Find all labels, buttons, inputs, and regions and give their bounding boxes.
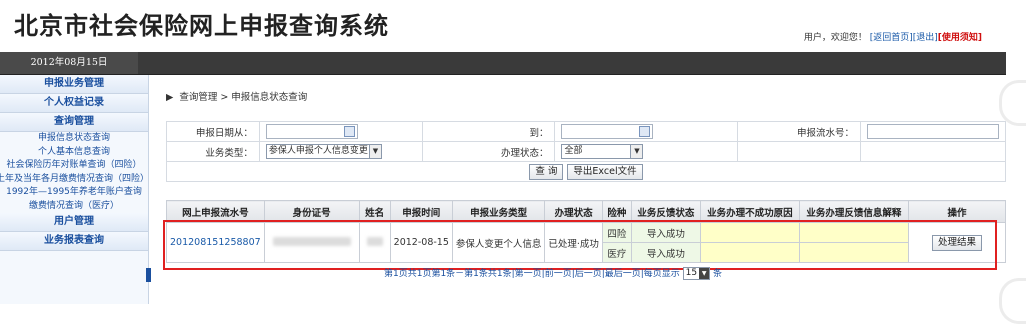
- date-to-input[interactable]: [561, 124, 654, 139]
- sidebar-item-statement-query[interactable]: 社会保险历年对账单查询（四险）: [0, 159, 148, 173]
- main-content: ▶ 查询管理 > 申报信息状态查询 申报日期从： 到： 申报流水号： 业务类型： …: [152, 75, 1007, 304]
- button-row: 查 询导出Excel文件: [166, 161, 1006, 182]
- current-date: 2012年08月15日: [0, 52, 138, 74]
- biz-type-select[interactable]: 参保人申报个人信息变更 ▼: [265, 144, 382, 159]
- pagination: 第1页共1页第1条－第1条共1条|第一页|前一页|后一页|最后一页|每页显示 1…: [384, 266, 722, 280]
- serial-label: 申报流水号：: [737, 121, 861, 142]
- export-excel-button[interactable]: 导出Excel文件: [567, 163, 643, 180]
- date-to-label: 到：: [421, 121, 556, 142]
- usage-notice-link[interactable]: [使用须知]: [938, 33, 982, 43]
- date-from-input[interactable]: [265, 124, 358, 139]
- welcome-text: 用户，欢迎您！: [803, 33, 867, 43]
- sidebar-section-rights[interactable]: 个人权益记录: [0, 94, 148, 113]
- serial-input[interactable]: [867, 124, 999, 139]
- date-from-cell: [258, 121, 423, 142]
- sidebar-section-declare[interactable]: 申报业务管理: [0, 75, 148, 94]
- chevron-down-icon: ▼: [699, 268, 710, 279]
- breadcrumb: ▶ 查询管理 > 申报信息状态查询: [166, 89, 307, 103]
- sidebar: 申报业务管理 个人权益记录 查询管理 申报信息状态查询 个人基本信息查询 社会保…: [0, 75, 149, 304]
- biz-type-value: 参保人申报个人信息变更: [268, 146, 368, 156]
- header: 北京市社会保险网上申报查询系统 用户，欢迎您！ [返回首页][退出][使用须知]: [0, 0, 1026, 52]
- empty-cell: [737, 141, 861, 162]
- user-bar: 用户，欢迎您！ [返回首页][退出][使用须知]: [804, 30, 982, 43]
- calendar-icon[interactable]: [639, 126, 651, 137]
- page-size-select[interactable]: 15 ▼: [682, 267, 711, 280]
- home-link[interactable]: [返回首页]: [870, 33, 913, 43]
- biz-type-cell: 参保人申报个人信息变更 ▼: [258, 141, 423, 162]
- serial-cell: [860, 121, 1006, 142]
- empty-cell: [860, 141, 1006, 162]
- status-cell: 全部 ▼: [554, 141, 739, 162]
- sidebar-collapse-handle[interactable]: [146, 268, 151, 282]
- triangle-right-icon: ▶: [166, 92, 174, 103]
- sidebar-item-monthly-payment[interactable]: 上年及当年各月缴费情况查询（四险）: [0, 173, 148, 187]
- date-to-cell: [554, 121, 739, 142]
- sidebar-item-status-query[interactable]: 申报信息状态查询: [0, 132, 148, 146]
- top-bar: 2012年08月15日: [0, 52, 1006, 75]
- query-button[interactable]: 查 询: [529, 163, 564, 180]
- status-label: 办理状态：: [421, 141, 556, 162]
- sidebar-section-query[interactable]: 查询管理: [0, 113, 148, 132]
- date-from-label: 申报日期从：: [166, 121, 260, 142]
- biz-type-label: 业务类型：: [166, 141, 260, 162]
- highlight-box: [163, 220, 997, 270]
- filter-form: 申报日期从： 到： 申报流水号： 业务类型： 参保人申报个人信息变更 ▼ 办理状态…: [166, 121, 1006, 182]
- sidebar-section-user[interactable]: 用户管理: [0, 213, 148, 232]
- calendar-icon[interactable]: [343, 126, 355, 137]
- sidebar-item-personal-info[interactable]: 个人基本信息查询: [0, 146, 148, 160]
- page-size-value: 15: [685, 268, 698, 278]
- status-select[interactable]: 全部 ▼: [561, 144, 644, 159]
- watermark: [999, 80, 1026, 126]
- sidebar-item-pension-account[interactable]: 1992年—1995年养老年账户查询: [0, 186, 148, 200]
- logout-link[interactable]: [退出]: [913, 33, 938, 43]
- site-title: 北京市社会保险网上申报查询系统: [14, 12, 389, 40]
- sidebar-section-reports[interactable]: 业务报表查询: [0, 232, 148, 251]
- breadcrumb-text: 查询管理 > 申报信息状态查询: [179, 92, 308, 103]
- chevron-down-icon: ▼: [630, 145, 643, 158]
- pagination-suffix: 条: [713, 269, 723, 279]
- pagination-text[interactable]: 第1页共1页第1条－第1条共1条|第一页|前一页|后一页|最后一页|每页显示: [384, 269, 680, 279]
- status-value: 全部: [564, 146, 583, 156]
- chevron-down-icon: ▼: [368, 145, 381, 158]
- watermark: [999, 278, 1026, 324]
- sidebar-item-medical-payment[interactable]: 缴费情况查询（医疗）: [0, 200, 148, 214]
